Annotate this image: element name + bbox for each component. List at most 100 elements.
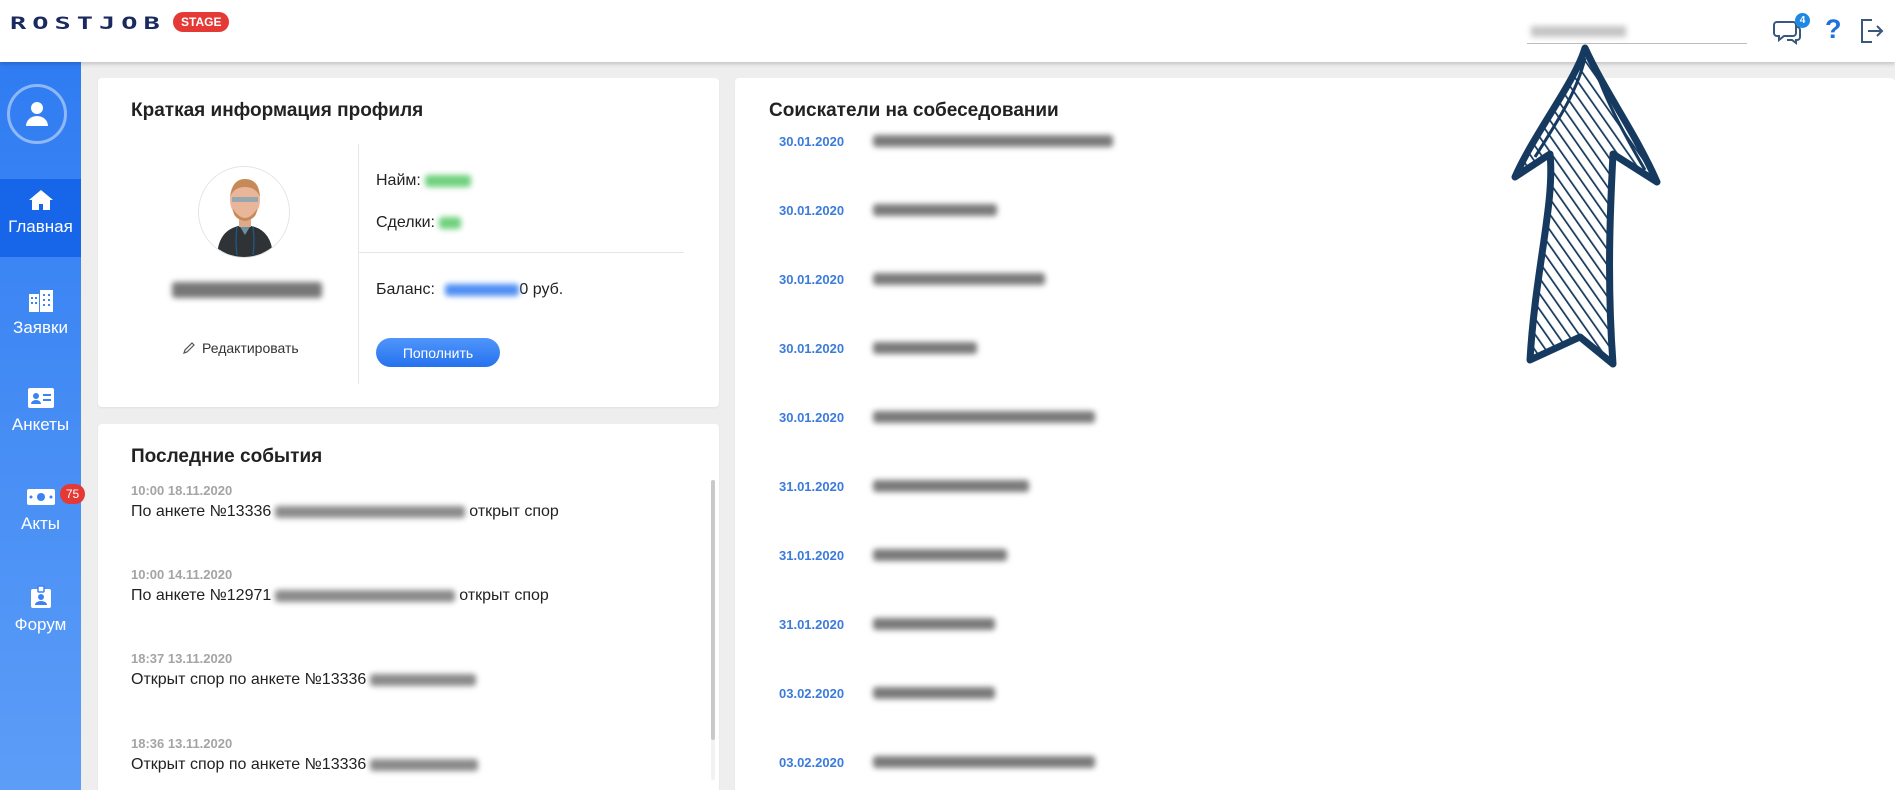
- event-text-prefix: Открыт спор по анкете №13336: [131, 756, 367, 773]
- logo[interactable]: ROSTJOB STAGE: [10, 12, 240, 48]
- candidate-name-blurred: [873, 756, 1095, 768]
- deals-stat: Сделки:: [376, 214, 462, 232]
- candidate-name-blurred: [370, 758, 479, 771]
- stage-badge: STAGE: [173, 12, 230, 32]
- sidebar-item-acts[interactable]: Акты 75: [0, 476, 85, 554]
- event-text-suffix: открыт спор: [459, 587, 549, 604]
- candidate-date: 30.01.2020: [779, 409, 845, 425]
- logo-text: ROSTJOB: [10, 14, 166, 34]
- candidate-row[interactable]: 31.01.2020: [779, 545, 1007, 565]
- candidate-row[interactable]: 30.01.2020: [779, 407, 1095, 427]
- sidebar-item-label: Акты: [21, 514, 60, 533]
- annotation-arrow-icon: [1511, 44, 1661, 368]
- horizontal-divider: [358, 252, 684, 253]
- candidate-row[interactable]: 30.01.2020: [779, 269, 1045, 289]
- candidate-row[interactable]: 30.01.2020: [779, 338, 977, 358]
- event-time: 10:00 14.11.2020: [131, 567, 233, 582]
- search-value-blurred: [1531, 26, 1626, 37]
- id-card-icon: [27, 388, 54, 408]
- event-text: По анкете №13336 открыт спор: [131, 503, 691, 521]
- search-input[interactable]: [1527, 22, 1747, 44]
- candidate-name-blurred: [873, 135, 1113, 147]
- sidebar-item-forum[interactable]: Форум: [0, 575, 81, 653]
- candidate-row[interactable]: 30.01.2020: [779, 200, 997, 220]
- candidate-name-blurred: [873, 273, 1045, 285]
- candidate-date: 30.01.2020: [779, 271, 845, 287]
- candidate-name-blurred: [275, 505, 466, 518]
- sidebar-item-label: Форум: [14, 615, 67, 634]
- candidate-date: 30.01.2020: [779, 340, 845, 356]
- sidebar-item-requests[interactable]: Заявки: [0, 278, 81, 356]
- candidate-name-blurred: [873, 687, 995, 699]
- edit-profile-link[interactable]: Редактировать: [182, 340, 299, 356]
- balance-stat: Баланс: 0 руб.: [376, 281, 563, 299]
- pencil-icon: [183, 342, 195, 354]
- candidate-date: 30.01.2020: [779, 202, 845, 218]
- user-avatar[interactable]: [7, 84, 67, 144]
- messages-count-badge: 4: [1795, 13, 1810, 28]
- event-text: Открыт спор по анкете №13336: [131, 756, 691, 774]
- event-text-prefix: По анкете №13336: [131, 503, 272, 520]
- candidate-date: 31.01.2020: [779, 616, 845, 632]
- candidate-date: 03.02.2020: [779, 754, 845, 770]
- candidate-name-blurred: [873, 618, 995, 630]
- sidebar-item-label: Анкеты: [11, 415, 70, 434]
- buildings-icon: [28, 290, 53, 312]
- event-time: 18:37 13.11.2020: [131, 651, 233, 666]
- event-item[interactable]: 10:00 18.11.2020 По анкете №13336 открыт …: [131, 483, 691, 521]
- logout-icon[interactable]: [1857, 16, 1887, 46]
- balance-label: Баланс:: [376, 281, 435, 298]
- edit-profile-label: Редактировать: [202, 340, 299, 356]
- candidate-row[interactable]: 30.01.2020: [779, 131, 1113, 151]
- candidates-card-title: Соискатели на собеседовании: [769, 100, 1059, 121]
- event-text: По анкете №12971 открыт спор: [131, 587, 691, 605]
- sidebar-item-label: Главная: [8, 217, 73, 236]
- candidate-name-blurred: [370, 673, 477, 686]
- candidate-row[interactable]: 03.02.2020: [779, 683, 995, 703]
- events-scrollbar-thumb[interactable]: [711, 480, 715, 740]
- event-text-prefix: Открыт спор по анкете №13336: [131, 671, 367, 688]
- candidate-name-blurred: [873, 480, 1029, 492]
- events-card-title: Последние события: [131, 446, 323, 467]
- deals-value-blurred: [439, 216, 462, 229]
- event-item[interactable]: 18:36 13.11.2020 Открыт спор по анкете №…: [131, 736, 691, 774]
- event-item[interactable]: 18:37 13.11.2020 Открыт спор по анкете №…: [131, 651, 691, 689]
- hires-value-blurred: [425, 174, 472, 187]
- profile-name-blurred: [172, 282, 322, 298]
- profile-card-title: Краткая информация профиля: [131, 100, 424, 121]
- profile-photo: [198, 166, 290, 258]
- balance-value-blurred: [445, 283, 520, 296]
- profile-summary-card: Краткая информация профиля Редактировать…: [98, 78, 719, 407]
- sidebar-item-home[interactable]: Главная: [0, 179, 81, 257]
- vertical-divider: [358, 144, 359, 384]
- money-icon: [26, 489, 55, 505]
- candidate-date: 31.01.2020: [779, 478, 845, 494]
- event-item[interactable]: 10:00 14.11.2020 По анкете №12971 открыт …: [131, 567, 691, 605]
- event-time: 10:00 18.11.2020: [131, 483, 233, 498]
- candidate-name-blurred: [873, 204, 997, 216]
- candidate-date: 31.01.2020: [779, 547, 845, 563]
- sidebar-item-label: Заявки: [13, 318, 68, 337]
- candidate-name-blurred: [873, 411, 1095, 423]
- candidate-date: 03.02.2020: [779, 685, 845, 701]
- interview-candidates-card: Соискатели на собеседовании 30.01.2020 3…: [735, 78, 1895, 790]
- event-time: 18:36 13.11.2020: [131, 736, 233, 751]
- deals-label: Сделки:: [376, 214, 435, 231]
- user-icon: [26, 102, 48, 126]
- hires-label: Найм:: [376, 172, 421, 189]
- candidate-name-blurred: [873, 549, 1007, 561]
- recent-events-card: Последние события 10:00 18.11.2020 По ан…: [98, 424, 719, 790]
- event-text: Открыт спор по анкете №13336: [131, 671, 691, 689]
- candidate-row[interactable]: 31.01.2020: [779, 614, 995, 634]
- event-text-suffix: открыт спор: [469, 503, 559, 520]
- candidate-row[interactable]: 31.01.2020: [779, 476, 1029, 496]
- hires-stat: Найм:: [376, 172, 472, 190]
- candidate-row[interactable]: 03.02.2020: [779, 752, 1095, 772]
- sidebar-item-profiles[interactable]: Анкеты: [0, 377, 81, 455]
- balance-suffix: 0 руб.: [519, 281, 564, 298]
- candidate-name-blurred: [873, 342, 977, 354]
- topup-button[interactable]: Пополнить: [376, 338, 500, 367]
- acts-count-badge: 75: [60, 484, 85, 504]
- badge-icon: [30, 585, 51, 608]
- help-icon[interactable]: ?: [1825, 14, 1842, 45]
